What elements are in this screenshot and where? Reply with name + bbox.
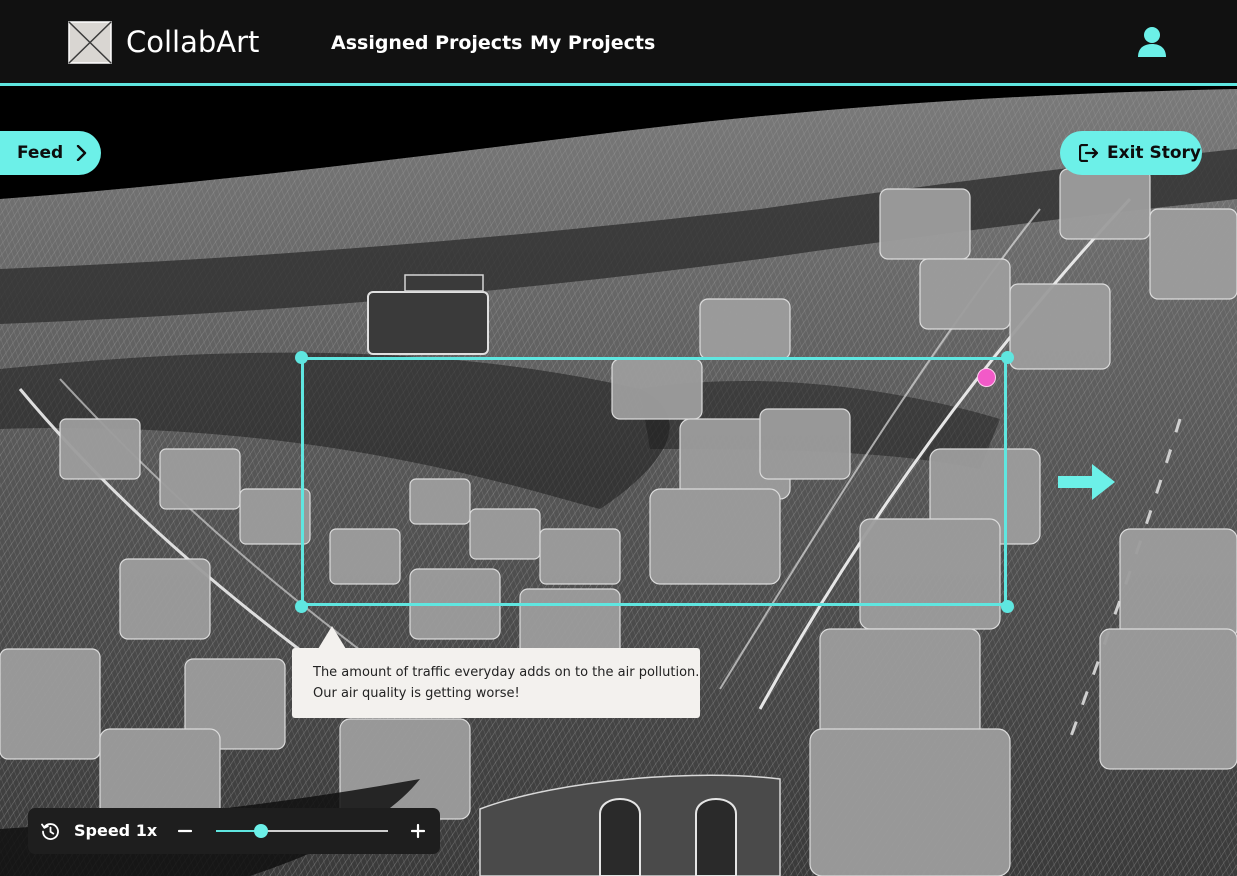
exit-story-button[interactable]: Exit Story — [1060, 131, 1202, 175]
exit-story-label: Exit Story — [1107, 143, 1201, 163]
user-icon[interactable] — [1137, 26, 1167, 58]
nav-my-projects[interactable]: My Projects — [530, 30, 655, 56]
collabart-story-view: CollabArt Assigned Projects My Projects — [0, 0, 1237, 876]
comment-bubble: The amount of traffic everyday adds on t… — [292, 648, 700, 718]
top-navigation-bar: CollabArt Assigned Projects My Projects — [0, 0, 1237, 86]
comment-text-line: The amount of traffic everyday adds on t… — [313, 665, 700, 680]
plus-icon[interactable] — [411, 823, 425, 839]
selection-handle-bottom-left[interactable] — [295, 600, 308, 613]
selection-handle-bottom-right[interactable] — [1001, 600, 1014, 613]
feed-button[interactable]: Feed — [0, 131, 101, 175]
minus-icon[interactable] — [178, 823, 192, 839]
comment-text-line: Our air quality is getting worse! — [313, 686, 520, 701]
selection-handle-top-right[interactable] — [1001, 351, 1014, 364]
chevron-right-icon — [76, 145, 87, 161]
selection-box[interactable] — [301, 357, 1007, 606]
arrow-right-icon[interactable] — [1058, 464, 1115, 500]
history-icon[interactable] — [41, 822, 60, 841]
highway-sign — [367, 291, 489, 355]
exit-icon — [1079, 144, 1099, 162]
speed-label: Speed 1x — [74, 821, 158, 840]
feed-button-label: Feed — [17, 143, 64, 163]
comment-bubble-tail — [318, 626, 346, 649]
app-logo-text[interactable]: CollabArt — [126, 24, 259, 60]
nav-assigned-projects[interactable]: Assigned Projects — [331, 30, 522, 56]
speed-slider-thumb[interactable] — [254, 824, 268, 838]
speed-slider[interactable] — [216, 824, 388, 838]
playback-speed-control: Speed 1x — [28, 808, 440, 854]
placeholder-x-box-icon[interactable] — [68, 21, 112, 64]
selection-handle-top-left[interactable] — [295, 351, 308, 364]
comment-pin-marker[interactable] — [977, 368, 996, 387]
